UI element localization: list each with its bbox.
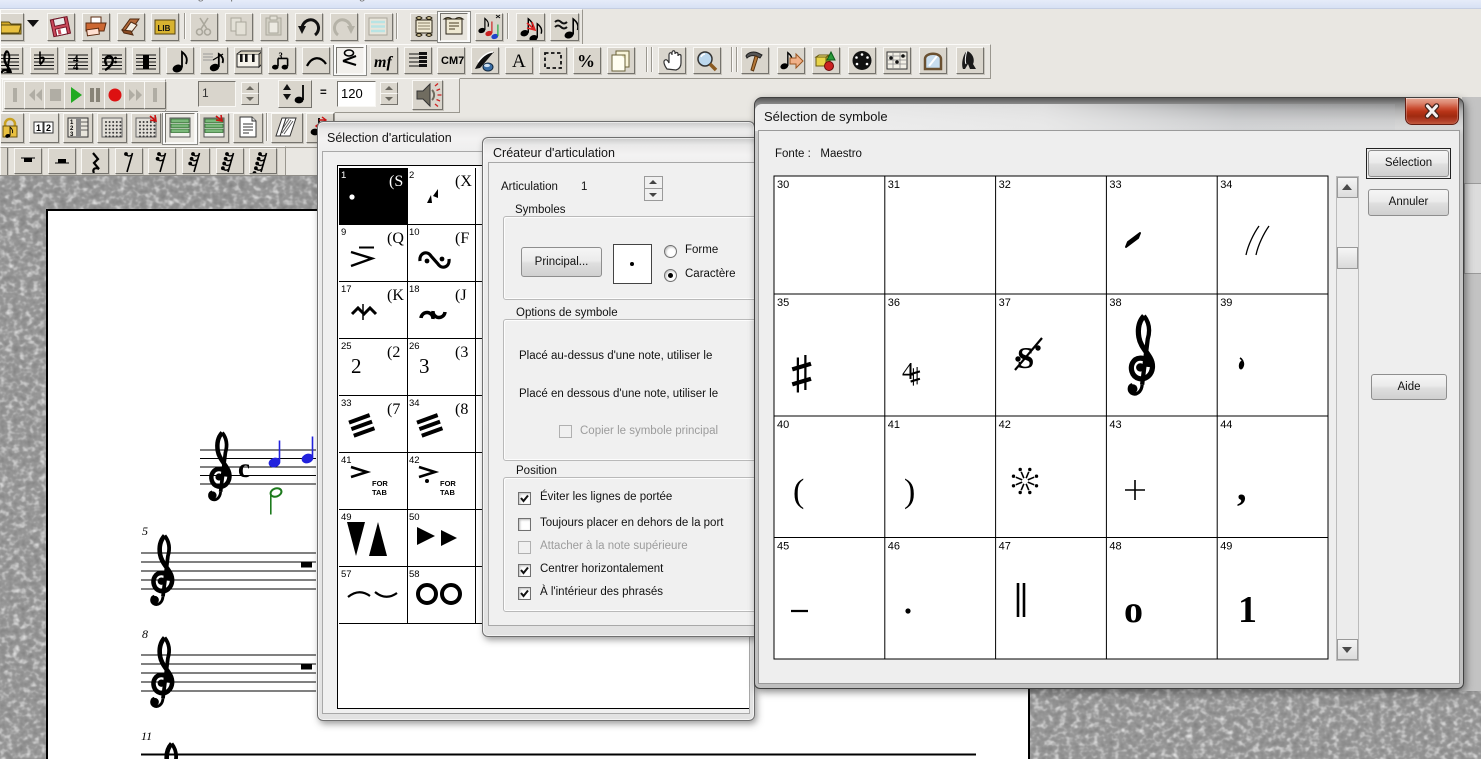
svg-text:TAB: TAB: [440, 488, 455, 497]
svg-text:10: 10: [409, 227, 420, 238]
svg-text:18: 18: [409, 284, 420, 295]
svg-text:11: 11: [141, 729, 152, 743]
svg-text:39: 39: [1220, 297, 1232, 309]
svg-text:,: ,: [1237, 467, 1247, 509]
svg-text:17: 17: [341, 284, 352, 295]
svg-text:9: 9: [341, 227, 346, 238]
svg-text:(8: (8: [455, 401, 468, 418]
svg-text:58: 58: [409, 569, 420, 580]
svg-text:2: 2: [409, 170, 414, 181]
svg-text:42: 42: [999, 419, 1011, 431]
svg-text:): ): [904, 473, 915, 510]
svg-text:26: 26: [409, 341, 420, 352]
svg-text:FOR: FOR: [440, 479, 456, 488]
svg-text:(Q: (Q: [387, 230, 404, 247]
svg-text:2: 2: [351, 354, 362, 378]
svg-text:50: 50: [409, 512, 420, 523]
svg-text:25: 25: [341, 341, 352, 352]
svg-text:43: 43: [1109, 419, 1121, 431]
svg-text:41: 41: [341, 455, 352, 466]
svg-text:1: 1: [341, 170, 346, 181]
svg-text:3: 3: [419, 354, 430, 378]
svg-text:37: 37: [999, 297, 1011, 309]
svg-text:40: 40: [777, 419, 789, 431]
svg-text:49: 49: [1220, 541, 1232, 553]
svg-text:31: 31: [888, 179, 900, 191]
svg-text:c: c: [238, 453, 250, 483]
svg-text:(S: (S: [389, 173, 403, 190]
svg-text:35: 35: [777, 297, 789, 309]
svg-text:41: 41: [888, 419, 900, 431]
svg-text:45: 45: [777, 541, 789, 553]
svg-text:38: 38: [1109, 297, 1121, 309]
svg-text:o: o: [1124, 589, 1143, 631]
svg-text:47: 47: [999, 541, 1011, 553]
svg-text:42: 42: [409, 455, 420, 466]
svg-text:36: 36: [888, 297, 900, 309]
svg-text:8: 8: [142, 627, 148, 641]
svg-text:1: 1: [1238, 589, 1257, 631]
svg-text:30: 30: [777, 179, 789, 191]
svg-text:(2: (2: [387, 344, 400, 361]
svg-text:32: 32: [999, 179, 1011, 191]
svg-text:34: 34: [1220, 179, 1232, 191]
svg-text:5: 5: [142, 524, 148, 538]
svg-text:33: 33: [341, 398, 352, 409]
svg-text:34: 34: [409, 398, 420, 409]
svg-text:46: 46: [888, 541, 900, 553]
svg-text:44: 44: [1220, 419, 1232, 431]
svg-text:(7: (7: [387, 401, 400, 418]
svg-text:49: 49: [341, 512, 352, 523]
svg-text:TAB: TAB: [372, 488, 387, 497]
svg-text:(: (: [793, 473, 804, 510]
svg-text:57: 57: [341, 569, 352, 580]
svg-text:(J: (J: [455, 287, 467, 304]
svg-text:(3: (3: [455, 344, 468, 361]
svg-text:FOR: FOR: [372, 479, 388, 488]
svg-text:48: 48: [1109, 541, 1121, 553]
svg-text:33: 33: [1109, 179, 1121, 191]
svg-text:(X: (X: [455, 173, 472, 190]
svg-text:(K: (K: [387, 287, 404, 304]
svg-text:(F: (F: [455, 230, 469, 247]
